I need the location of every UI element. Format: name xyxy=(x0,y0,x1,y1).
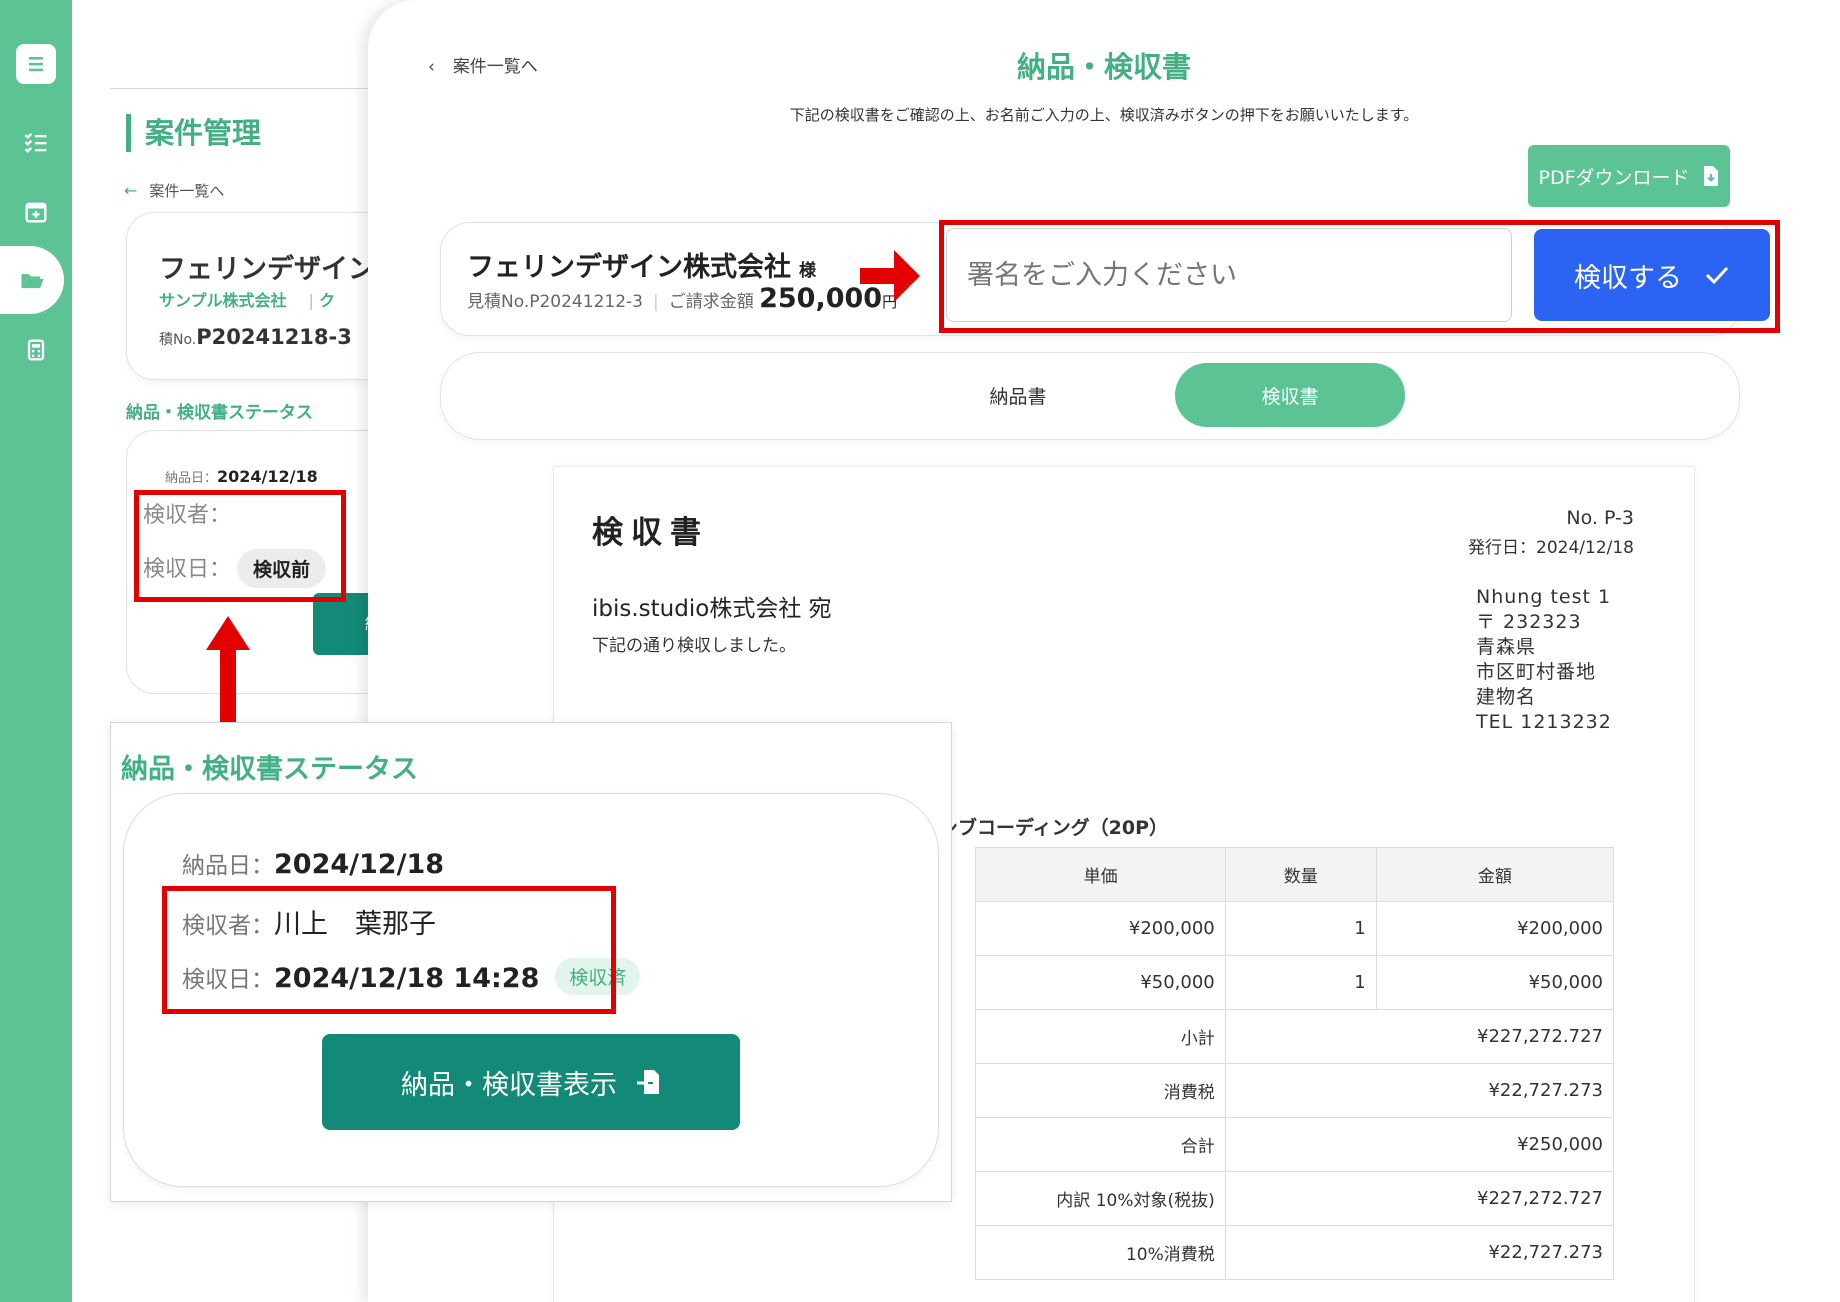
document-recipient: ibis.studio株式会社 宛 xyxy=(592,596,832,622)
address-line: Nhung test 1 xyxy=(1476,586,1612,608)
sidebar-item-projects[interactable] xyxy=(0,246,64,314)
project-client-name: サンプル株式会社 xyxy=(159,291,287,310)
summary-label: 10%消費税 xyxy=(975,1225,1226,1280)
annotation-arrow-up-icon xyxy=(206,616,250,722)
cell-price: ¥50,000 xyxy=(975,955,1226,1010)
cell-price: ¥200,000 xyxy=(975,901,1226,956)
view-document-button[interactable]: 納品・検収書表示 xyxy=(322,1034,740,1130)
back-link[interactable]: ← 案件一覧へ xyxy=(124,180,224,201)
cell-qty: 1 xyxy=(1224,955,1377,1010)
page-title: 案件管理 xyxy=(126,114,261,152)
delivery-date-label: 納品日： xyxy=(165,471,218,486)
zoom-delivery-row: 納品日：2024/12/18 xyxy=(182,846,444,880)
sidebar-item-calendar[interactable] xyxy=(0,184,72,240)
menu-icon xyxy=(29,57,43,72)
annotation-box-after xyxy=(162,886,616,1014)
cell-qty: 1 xyxy=(1224,901,1377,956)
sidebar xyxy=(0,0,72,1302)
document-issue-date: 発行日：2024/12/18 xyxy=(1468,538,1634,558)
panel-description: 下記の検収書をご確認の上、お名前ご入力の上、検収済みボタンの押下をお願いいたしま… xyxy=(789,106,1419,124)
summary-row: 10%消費税 ¥22,727.273 xyxy=(554,1225,1615,1280)
document-tabs: 納品書 検収書 xyxy=(440,352,1740,440)
arrow-left-icon: ← xyxy=(124,181,138,200)
panel-title: 納品・検収書 xyxy=(1016,50,1191,84)
status-section-title: 納品・検収書ステータス xyxy=(126,403,313,423)
column-header-price: 単価 xyxy=(975,847,1226,902)
summary-value: ¥250,000 xyxy=(1224,1117,1615,1172)
column-header-qty: 数量 xyxy=(1224,847,1377,902)
summary-meta: 見積No.P20241212-3 | ご請求金額 250,000円 xyxy=(467,283,897,314)
pdf-download-button[interactable]: PDFダウンロード xyxy=(1528,145,1730,207)
document-export-icon xyxy=(637,1070,659,1094)
tab-acceptance-report[interactable]: 検収書 xyxy=(1175,363,1405,427)
address-line: 建物名 xyxy=(1476,686,1537,708)
summary-label: 消費税 xyxy=(975,1063,1226,1118)
summary-amount-label: ご請求金額 xyxy=(668,292,754,312)
item-title: シブコーディング（20P） xyxy=(939,817,1169,839)
estimate-label: 積No. xyxy=(159,332,197,348)
tab-delivery-note[interactable]: 納品書 xyxy=(903,363,1133,427)
document-download-icon xyxy=(1703,166,1718,186)
zoom-delivery-label: 納品日： xyxy=(182,853,274,879)
column-header-amount: 金額 xyxy=(1375,847,1615,902)
cell-amount: ¥50,000 xyxy=(1375,955,1615,1010)
menu-button[interactable] xyxy=(0,36,72,92)
back-link-label: 案件一覧へ xyxy=(149,182,225,200)
sidebar-item-estimates[interactable] xyxy=(0,322,72,378)
address-line: 〒 232323 xyxy=(1476,611,1582,633)
document-address: Nhung test 1 〒 232323 青森県 市区町村番地 建物名 TEL… xyxy=(1476,585,1612,735)
zoom-delivery-date: 2024/12/18 xyxy=(274,849,445,880)
document-number: No. P-3 xyxy=(1566,507,1634,529)
summary-company-name: フェリンデザイン株式会社 xyxy=(467,252,791,283)
project-client-trail: ク xyxy=(319,291,336,310)
address-line: 青森県 xyxy=(1476,636,1537,658)
divider xyxy=(110,88,410,89)
summary-label: 小計 xyxy=(975,1009,1226,1064)
summary-estimate-label: 見積No. xyxy=(467,292,530,312)
summary-value: ¥227,272.727 xyxy=(1224,1009,1615,1064)
summary-value: ¥227,272.727 xyxy=(1224,1171,1615,1226)
project-client: サンプル株式会社 | ク xyxy=(159,287,335,311)
sidebar-item-tasks[interactable] xyxy=(0,114,72,170)
summary-label: 内訳 10%対象(税抜) xyxy=(975,1171,1226,1226)
summary-honorific: 様 xyxy=(799,261,816,281)
annotation-box-signature xyxy=(939,220,1780,333)
delivery-date-value: 2024/12/18 xyxy=(217,467,318,486)
estimate-value: P20241218-3 xyxy=(196,325,352,349)
document-statement: 下記の通り検収しました。 xyxy=(592,636,796,656)
view-document-label: 納品・検収書表示 xyxy=(401,1069,617,1101)
summary-value: ¥22,727.273 xyxy=(1224,1225,1615,1280)
checklist-icon xyxy=(24,133,47,153)
annotation-arrow-right-icon xyxy=(860,250,920,302)
summary-label: 合計 xyxy=(975,1117,1226,1172)
project-client-separator: | xyxy=(308,291,320,310)
pdf-download-label: PDFダウンロード xyxy=(1538,166,1690,189)
calculator-icon xyxy=(27,339,45,361)
project-company: フェリンデザイン xyxy=(159,254,375,285)
zoom-status-title: 納品・検収書ステータス xyxy=(121,754,418,785)
summary-company: フェリンデザイン株式会社様 xyxy=(467,245,816,284)
project-estimate-no: 積No.P20241218-3 xyxy=(159,325,352,349)
table-cell xyxy=(554,1226,976,1280)
annotation-box-before xyxy=(134,490,346,602)
summary-separator: | xyxy=(652,292,659,312)
summary-value: ¥22,727.273 xyxy=(1224,1063,1615,1118)
cell-amount: ¥200,000 xyxy=(1375,901,1615,956)
address-line: TEL 1213232 xyxy=(1476,711,1612,733)
folder-icon xyxy=(21,274,44,289)
summary-estimate-no: P20241212-3 xyxy=(529,292,643,312)
delivery-date-row: 納品日：2024/12/18 xyxy=(165,467,318,486)
document-title: 検収書 xyxy=(592,515,709,551)
address-line: 市区町村番地 xyxy=(1476,661,1597,683)
calendar-icon xyxy=(25,202,47,223)
